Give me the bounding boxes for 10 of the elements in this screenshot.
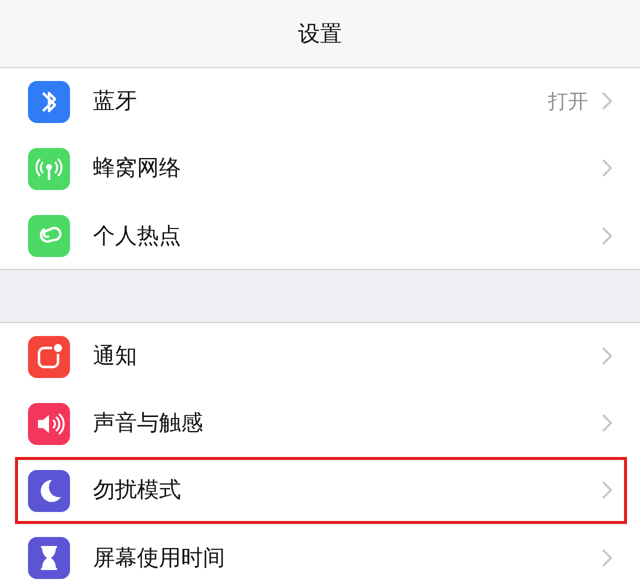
chevron-icon [602, 481, 612, 499]
chevron-icon [602, 159, 612, 177]
chevron-icon [602, 347, 612, 365]
chevron-icon [602, 226, 612, 244]
chevron-icon [602, 548, 612, 566]
chevron-icon [602, 414, 612, 432]
chevron-icon [602, 92, 612, 110]
screen-title: 设置 [298, 20, 342, 48]
setting-value: 打开 [548, 88, 588, 114]
setting-label[interactable]: 蓝牙 [93, 86, 548, 116]
